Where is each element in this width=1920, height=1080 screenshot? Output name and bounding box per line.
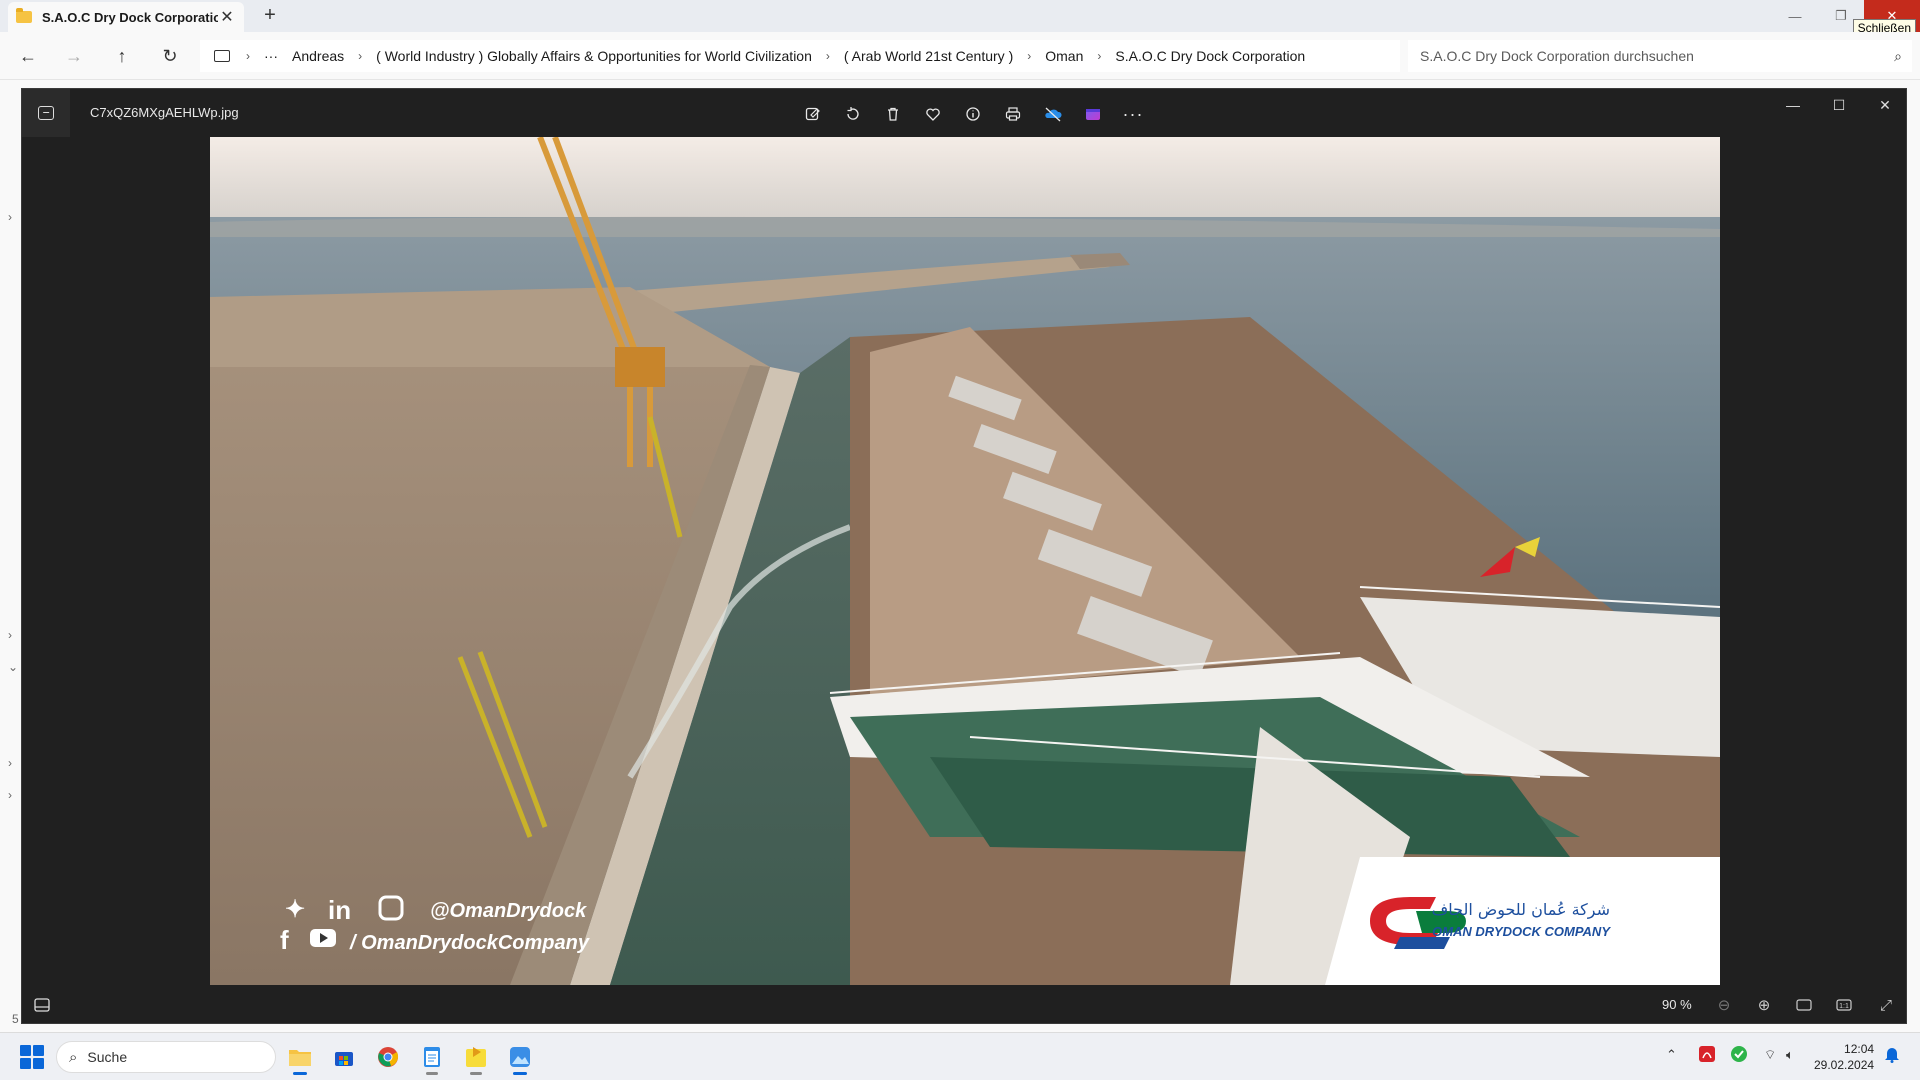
viewer-maximize-button[interactable]: ☐	[1816, 89, 1862, 121]
chevron-right-icon[interactable]: ›	[8, 788, 12, 802]
clock-time: 12:04	[1844, 1042, 1875, 1056]
social-channel: / OmanDrydockCompany	[349, 932, 590, 954]
actual-size-icon[interactable]: 1:1	[1832, 993, 1856, 1017]
security-check-icon[interactable]	[1730, 1045, 1748, 1066]
viewer-toolbar: ···	[800, 101, 1146, 127]
sticky-notes-player-icon[interactable]	[460, 1041, 492, 1075]
notepad-icon[interactable]	[416, 1041, 448, 1075]
breadcrumb-item[interactable]: Andreas	[292, 48, 344, 64]
status-bar-text: 5	[12, 1012, 19, 1026]
chevron-right-icon[interactable]: ›	[1027, 49, 1031, 63]
print-icon[interactable]	[1000, 101, 1026, 127]
clipchamp-icon[interactable]	[1080, 101, 1106, 127]
file-explorer-taskbar-icon[interactable]	[284, 1041, 316, 1075]
facebook-icon: f	[280, 925, 289, 955]
search-icon: ⌕	[69, 1048, 78, 1066]
more-options-icon[interactable]: ···	[1120, 101, 1146, 127]
linkedin-icon: in	[328, 895, 351, 925]
filmstrip-icon[interactable]	[32, 995, 52, 1015]
chevron-down-icon[interactable]: ⌄	[8, 660, 18, 674]
minimize-button[interactable]: —	[1772, 0, 1818, 32]
chevron-right-icon[interactable]: ›	[1097, 49, 1101, 63]
refresh-icon[interactable]: ↻	[156, 44, 184, 68]
viewer-bottombar: 90 % ⊖ ⊕ 1:1 ⤢	[22, 985, 1908, 1025]
file-info-icon[interactable]	[960, 101, 986, 127]
chevron-up-icon[interactable]: ⌃	[1666, 1047, 1677, 1063]
edit-image-icon[interactable]	[800, 101, 826, 127]
chevron-right-icon[interactable]: ›	[8, 756, 12, 770]
this-pc-icon[interactable]	[214, 50, 230, 62]
tab-title: S.A.O.C Dry Dock Corporation	[42, 9, 218, 25]
volume-icon[interactable]: 🔈︎	[1786, 1047, 1794, 1063]
folder-icon	[16, 8, 32, 23]
social-handle: @OmanDrydock	[430, 900, 587, 922]
favorite-heart-icon[interactable]	[920, 101, 946, 127]
delete-icon[interactable]	[880, 101, 906, 127]
zoom-out-icon[interactable]: ⊖	[1712, 993, 1736, 1017]
photos-taskbar-icon[interactable]	[504, 1041, 536, 1075]
rotate-icon[interactable]	[840, 101, 866, 127]
onedrive-icon[interactable]	[1040, 101, 1066, 127]
up-arrow-icon[interactable]: ↑	[108, 44, 136, 68]
wifi-icon[interactable]: ⌔	[1764, 1047, 1776, 1063]
explorer-tab[interactable]: S.A.O.C Dry Dock Corporation ✕	[8, 2, 244, 32]
notification-bell-icon[interactable]	[1884, 1045, 1900, 1066]
address-bar-row: ← → ↑ ↻ › ··· Andreas › ( World Industry…	[0, 32, 1920, 80]
chevron-right-icon[interactable]: ›	[8, 628, 12, 642]
breadcrumb-item[interactable]: ( World Industry ) Globally Affairs & Op…	[376, 48, 812, 64]
twitter-icon: ✦	[285, 896, 305, 923]
search-placeholder: S.A.O.C Dry Dock Corporation durchsuchen	[1420, 48, 1694, 64]
breadcrumb-item[interactable]: Oman	[1045, 48, 1083, 64]
zoom-level: 90 %	[1662, 997, 1692, 1012]
breadcrumb: › ··· Andreas › ( World Industry ) Globa…	[200, 40, 1400, 72]
taskbar-search-label: Suche	[87, 1049, 128, 1065]
forward-arrow-icon[interactable]: →	[60, 44, 88, 68]
search-icon: ⌕	[1894, 48, 1902, 64]
chevron-right-icon[interactable]: ›	[826, 49, 830, 63]
svg-text:1:1: 1:1	[1839, 1003, 1849, 1010]
chevron-right-icon[interactable]: ›	[358, 49, 362, 63]
breadcrumb-item[interactable]: ( Arab World 21st Century )	[844, 48, 1013, 64]
taskbar: ⌕ Suche ⌃ ⌔ 🔈︎ 12:04 29.02.2024	[0, 1032, 1920, 1080]
navigation-pane: › › ⌄ › ›	[0, 80, 21, 1032]
fullscreen-icon[interactable]: ⤢	[1874, 993, 1898, 1017]
taskbar-search-input[interactable]: ⌕ Suche	[56, 1041, 276, 1073]
explorer-search-input[interactable]: S.A.O.C Dry Dock Corporation durchsuchen…	[1408, 40, 1912, 72]
image-filename: C7xQZ6MXgAEHLWp.jpg	[90, 105, 239, 120]
logo-english-text: OMAN DRYDOCK COMPANY	[1432, 924, 1611, 939]
displayed-photo: ✦ in f @OmanDrydock / OmanDrydockCompany…	[210, 137, 1720, 985]
new-tab-button[interactable]: +	[258, 4, 282, 27]
viewer-minimize-button[interactable]: —	[1770, 89, 1816, 121]
start-windows-icon[interactable]	[20, 1045, 44, 1069]
viewer-window-controls: — ☐ ✕	[1770, 89, 1908, 121]
back-arrow-icon[interactable]: ←	[14, 44, 42, 68]
tab-close-icon[interactable]: ✕	[218, 7, 236, 27]
clock-date: 29.02.2024	[1814, 1058, 1875, 1072]
drydock-photo-illustration: ✦ in f @OmanDrydock / OmanDrydockCompany…	[210, 137, 1720, 985]
logo-arabic-text: شركة عُمان للحوض الجاف	[1432, 900, 1610, 920]
viewer-close-button[interactable]: ✕	[1862, 89, 1908, 121]
chrome-icon[interactable]	[372, 1041, 404, 1073]
breadcrumb-item[interactable]: S.A.O.C Dry Dock Corporation	[1115, 48, 1305, 64]
more-crumbs-icon[interactable]: ···	[264, 48, 278, 64]
fit-to-window-icon[interactable]	[1792, 993, 1816, 1017]
photos-viewer-window: C7xQZ6MXgAEHLWp.jpg ··· — ☐ ✕ ✦ in f @Om…	[21, 88, 1907, 1024]
taskbar-clock[interactable]: 12:04 29.02.2024	[1814, 1041, 1874, 1073]
microsoft-store-icon[interactable]	[328, 1041, 360, 1073]
viewer-titlebar: C7xQZ6MXgAEHLWp.jpg ··· — ☐ ✕	[22, 89, 1908, 137]
photos-app-icon[interactable]	[22, 89, 70, 137]
acrobat-tray-icon[interactable]	[1698, 1045, 1716, 1066]
chevron-right-icon[interactable]: ›	[8, 210, 12, 224]
zoom-in-icon[interactable]: ⊕	[1752, 993, 1776, 1017]
chevron-right-icon[interactable]: ›	[246, 49, 250, 63]
explorer-tabstrip: S.A.O.C Dry Dock Corporation ✕ + — ❐ ✕ S…	[0, 0, 1920, 37]
